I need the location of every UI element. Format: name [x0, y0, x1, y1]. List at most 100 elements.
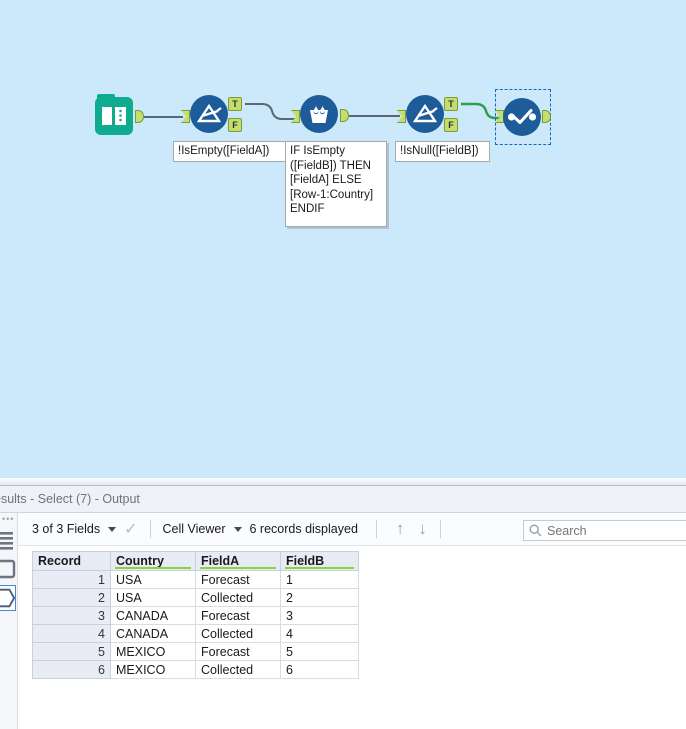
cell-viewer-selector[interactable]: Cell Viewer	[163, 522, 250, 536]
search-icon	[529, 524, 542, 537]
column-header-country[interactable]: Country	[110, 551, 196, 571]
cell-country[interactable]: USA	[110, 588, 196, 607]
input-anchor[interactable]	[291, 110, 300, 123]
tool-browse-1[interactable]	[495, 98, 551, 136]
rail-item-table[interactable]	[0, 556, 16, 582]
column-type-indicator	[285, 567, 354, 569]
filter-glyph	[412, 103, 438, 123]
hexagon-icon	[0, 588, 16, 608]
results-table-container[interactable]: Record Country FieldA FieldB 1 USA Forec…	[18, 546, 686, 729]
search-input[interactable]	[547, 523, 686, 538]
tool-filter-1[interactable]: T F	[181, 95, 242, 133]
chevron-down-icon	[233, 526, 242, 532]
table-row[interactable]: 1 USA Forecast 1	[32, 570, 359, 589]
results-output-panel: esults - Select (7) - Output ••• 3 of 3 …	[0, 486, 686, 729]
list-lines-icon	[0, 532, 13, 550]
cell-fielda[interactable]: Forecast	[195, 570, 281, 589]
browse-glyph	[507, 109, 537, 124]
cell-country[interactable]: CANADA	[110, 606, 196, 625]
filter-glyph	[196, 103, 222, 123]
cell-record: 5	[32, 642, 111, 661]
input-anchor[interactable]	[397, 110, 406, 123]
filter-funnel-icon	[190, 95, 228, 133]
table-square-icon	[0, 559, 16, 579]
panel-splitter[interactable]	[0, 478, 686, 486]
column-header-record[interactable]: Record	[32, 551, 111, 571]
results-body: ••• 3 of 3 Fields ✓ Cell Viewer 6 record…	[0, 513, 686, 729]
table-row[interactable]: 4 CANADA Collected 4	[32, 624, 359, 643]
cell-country[interactable]: USA	[110, 570, 196, 589]
bucket-droplet-icon	[300, 95, 338, 133]
cell-viewer-label: Cell Viewer	[162, 522, 226, 536]
search-box[interactable]	[523, 520, 686, 541]
rail-grip-icon[interactable]: •••	[2, 515, 14, 524]
true-output-anchor[interactable]: T	[444, 97, 458, 111]
cell-fieldb[interactable]: 3	[280, 606, 359, 625]
cell-record: 4	[32, 624, 111, 643]
cell-fielda[interactable]: Forecast	[195, 642, 281, 661]
cell-fielda[interactable]: Forecast	[195, 606, 281, 625]
cell-record: 2	[32, 588, 111, 607]
true-output-anchor[interactable]: T	[228, 97, 242, 111]
results-title-text: esults - Select (7) - Output	[0, 492, 140, 506]
cell-country[interactable]: MEXICO	[110, 660, 196, 679]
cell-fieldb[interactable]: 5	[280, 642, 359, 661]
column-header-fielda[interactable]: FieldA	[195, 551, 281, 571]
input-anchor[interactable]	[181, 110, 190, 123]
false-output-anchor[interactable]: F	[228, 118, 242, 132]
book-icon	[95, 94, 133, 135]
column-header-label: Country	[116, 554, 164, 568]
formula-glyph	[310, 105, 328, 123]
cell-fieldb[interactable]: 6	[280, 660, 359, 679]
fields-label: 3 of 3 Fields	[32, 522, 101, 536]
tool-formula-1[interactable]	[291, 95, 349, 133]
column-header-label: FieldB	[286, 554, 325, 568]
tool-input-data[interactable]	[95, 94, 144, 135]
output-anchor[interactable]	[340, 109, 349, 122]
fields-selector[interactable]: 3 of 3 Fields	[32, 522, 124, 536]
cell-fielda[interactable]: Collected	[195, 588, 281, 607]
table-row[interactable]: 3 CANADA Forecast 3	[32, 606, 359, 625]
cell-record: 1	[32, 570, 111, 589]
table-row[interactable]: 2 USA Collected 2	[32, 588, 359, 607]
results-table: Record Country FieldA FieldB 1 USA Forec…	[32, 551, 359, 679]
rail-item-profile[interactable]	[0, 585, 16, 611]
tool-filter-2[interactable]: T F	[397, 95, 458, 133]
browse-check-icon	[503, 98, 541, 136]
cell-fieldb[interactable]: 2	[280, 588, 359, 607]
records-displayed-label: 6 records displayed	[249, 522, 358, 536]
toolbar-divider	[149, 520, 151, 538]
table-row[interactable]: 6 MEXICO Collected 6	[32, 660, 359, 679]
chevron-down-icon	[108, 526, 117, 532]
table-header-row: Record Country FieldA FieldB	[32, 551, 359, 571]
table-body: 1 USA Forecast 1 2 USA Collected 2 3 CAN…	[32, 570, 359, 679]
cell-fieldb[interactable]: 1	[280, 570, 359, 589]
cell-country[interactable]: MEXICO	[110, 642, 196, 661]
column-header-label: FieldA	[201, 554, 240, 568]
cell-country[interactable]: CANADA	[110, 624, 196, 643]
annotation-filter-1[interactable]: !IsEmpty([FieldA])	[173, 141, 286, 162]
connection-wires	[141, 102, 503, 120]
cell-fielda[interactable]: Collected	[195, 624, 281, 643]
scroll-down-button[interactable]: ↓	[411, 519, 434, 539]
output-anchor[interactable]	[135, 110, 144, 123]
check-icon[interactable]: ✓	[124, 519, 137, 539]
false-output-anchor[interactable]: F	[444, 118, 458, 132]
book-glyph	[102, 107, 126, 125]
scroll-up-button[interactable]: ↑	[389, 519, 412, 539]
column-type-indicator	[115, 567, 191, 569]
cell-record: 6	[32, 660, 111, 679]
column-header-fieldb[interactable]: FieldB	[280, 551, 359, 571]
results-title-bar: esults - Select (7) - Output	[0, 486, 686, 513]
cell-fieldb[interactable]: 4	[280, 624, 359, 643]
toolbar-divider	[439, 520, 441, 538]
rail-item-list[interactable]	[0, 527, 16, 553]
results-toolbar: 3 of 3 Fields ✓ Cell Viewer 6 records di…	[18, 513, 686, 546]
table-row[interactable]: 5 MEXICO Forecast 5	[32, 642, 359, 661]
workflow-canvas[interactable]: T F T F !IsEmpty([FieldA]) IF IsEmpty ([…	[0, 0, 686, 478]
results-left-rail: •••	[0, 513, 18, 729]
filter-funnel-icon	[406, 95, 444, 133]
annotation-filter-2[interactable]: !IsNull([FieldB])	[395, 141, 490, 162]
cell-fielda[interactable]: Collected	[195, 660, 281, 679]
annotation-formula-1[interactable]: IF IsEmpty ([FieldB]) THEN [FieldA] ELSE…	[285, 141, 387, 227]
